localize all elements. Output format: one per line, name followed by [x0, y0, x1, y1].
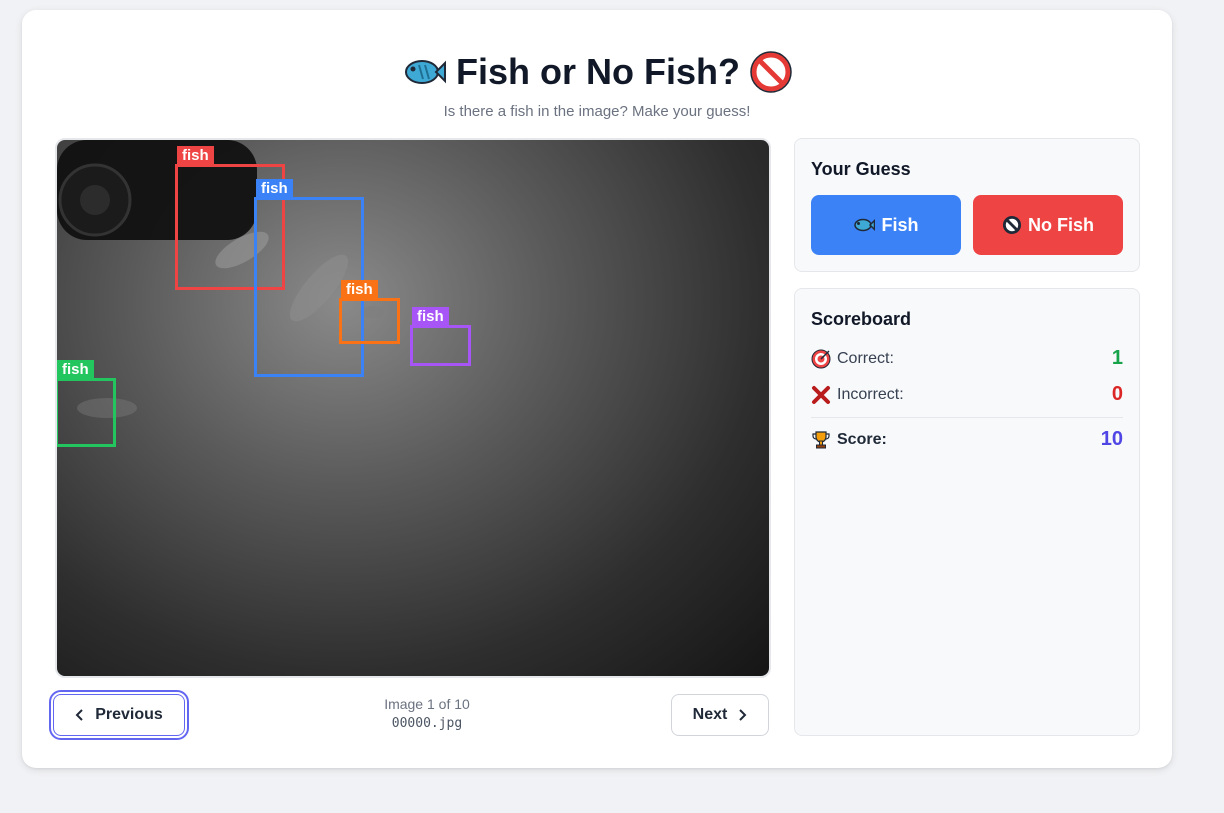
detection-box — [410, 325, 471, 366]
no-fish-guess-button[interactable]: No Fish — [973, 195, 1123, 255]
score-value: 10 — [1100, 428, 1123, 450]
fish-guess-label: Fish — [881, 214, 919, 235]
next-button-label: Next — [692, 706, 728, 723]
correct-row: Correct: 1 — [811, 347, 1123, 370]
chevron-right-icon — [739, 709, 747, 721]
score-label: Score: — [837, 430, 887, 448]
previous-button-label: Previous — [95, 706, 163, 723]
incorrect-row: Incorrect: 0 — [811, 383, 1123, 406]
prohibited-icon — [1002, 215, 1022, 235]
fish-icon — [854, 218, 876, 232]
image-viewer: fish fish fish fish fish — [55, 138, 771, 678]
detection-label: fish — [177, 146, 214, 166]
fish-icon — [405, 60, 446, 84]
incorrect-value: 0 — [1111, 383, 1123, 405]
camera-image — [57, 140, 384, 418]
trophy-icon — [812, 430, 830, 448]
image-counter: Image 1 of 10 — [384, 696, 470, 712]
incorrect-label: Incorrect: — [837, 385, 904, 403]
page-title: Fish or No Fish? — [22, 48, 1172, 96]
scoreboard-panel: Scoreboard Correct: 1 Incorrect: 0 Score… — [794, 288, 1140, 736]
detection-box — [57, 378, 116, 447]
page-subtitle: Is there a fish in the image? Make your … — [443, 103, 751, 120]
cross-mark-icon — [812, 385, 830, 404]
page-title-text: Fish or No Fish? — [456, 51, 740, 92]
detection-label: fish — [256, 179, 293, 199]
image-filename: 00000.jpg — [391, 716, 463, 731]
fish-guess-button[interactable]: Fish — [811, 195, 961, 255]
game-card: Fish or No Fish? Is there a fish in the … — [22, 10, 1172, 768]
score-row: Score: 10 — [811, 428, 1123, 451]
prohibited-icon — [750, 51, 792, 93]
detection-box — [339, 298, 400, 344]
no-fish-guess-label: No Fish — [1028, 214, 1094, 235]
guess-panel: Your Guess Fish No Fish — [794, 138, 1140, 272]
detection-label: fish — [412, 307, 449, 327]
chevron-left-icon — [75, 709, 83, 721]
guess-panel-title: Your Guess — [811, 159, 911, 179]
scoreboard-divider — [811, 417, 1123, 418]
detection-label: fish — [341, 280, 378, 300]
correct-value: 1 — [1111, 347, 1123, 369]
correct-label: Correct: — [837, 349, 894, 367]
scoreboard-title: Scoreboard — [811, 309, 912, 329]
target-icon — [811, 349, 831, 368]
previous-button[interactable]: Previous — [49, 690, 189, 740]
next-button[interactable]: Next — [671, 694, 769, 736]
detection-label: fish — [57, 360, 94, 380]
